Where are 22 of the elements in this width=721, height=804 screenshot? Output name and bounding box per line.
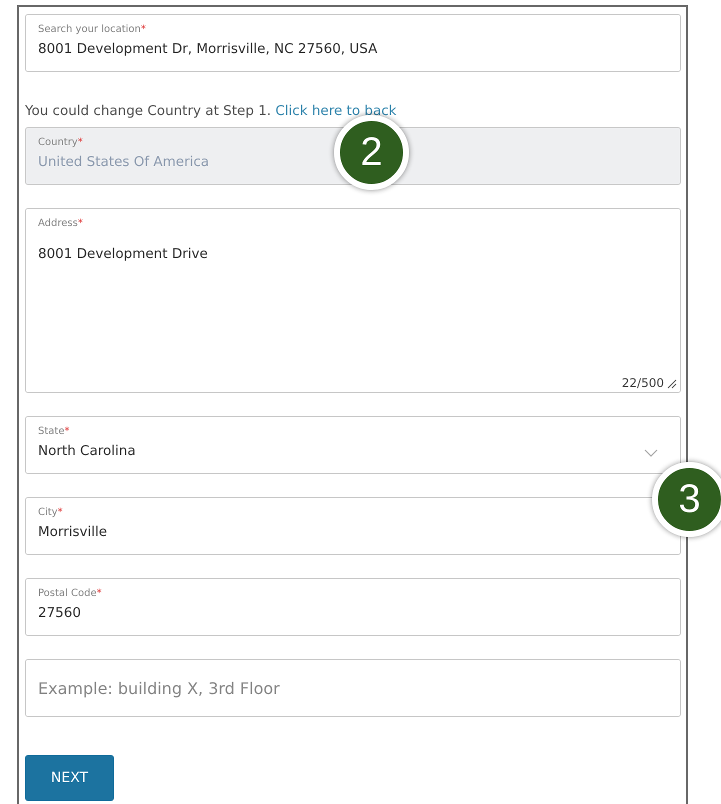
chevron-down-icon xyxy=(644,449,658,457)
resize-handle-icon[interactable] xyxy=(667,379,677,389)
field-label: Postal Code* xyxy=(38,588,103,601)
field-label: Address* xyxy=(38,218,84,231)
floor-input-field[interactable]: Example: building X, 3rd Floor xyxy=(25,659,681,717)
next-button[interactable]: NEXT xyxy=(25,755,114,801)
character-counter: 22/500 xyxy=(622,376,664,390)
text-field[interactable]: Search your location* 8001 Development Dr, Morrisville, NC 27560, USA xyxy=(25,14,681,72)
field-label: Search your location* xyxy=(38,24,147,37)
field-value: United States Of America xyxy=(38,154,210,172)
field-label: State* xyxy=(38,426,70,439)
field-value: 27560 xyxy=(38,605,81,623)
step-number-badge: 3 xyxy=(652,462,721,537)
field-value: Morrisville xyxy=(38,524,108,542)
state-dropdown[interactable]: State* North Carolina xyxy=(25,416,681,474)
field-value: 8001 Development Dr, Morrisville, NC 27560, USA xyxy=(38,41,378,59)
field-value: 8001 Development Drive xyxy=(38,246,208,264)
text-field[interactable]: City* Morrisville xyxy=(25,497,681,555)
field-label: City* xyxy=(38,507,64,520)
address-field[interactable]: Address* 8001 Development Drive 22/500 xyxy=(25,208,681,393)
text-field[interactable]: Postal Code* 27560 xyxy=(25,578,681,636)
field-value: North Carolina xyxy=(38,443,136,461)
